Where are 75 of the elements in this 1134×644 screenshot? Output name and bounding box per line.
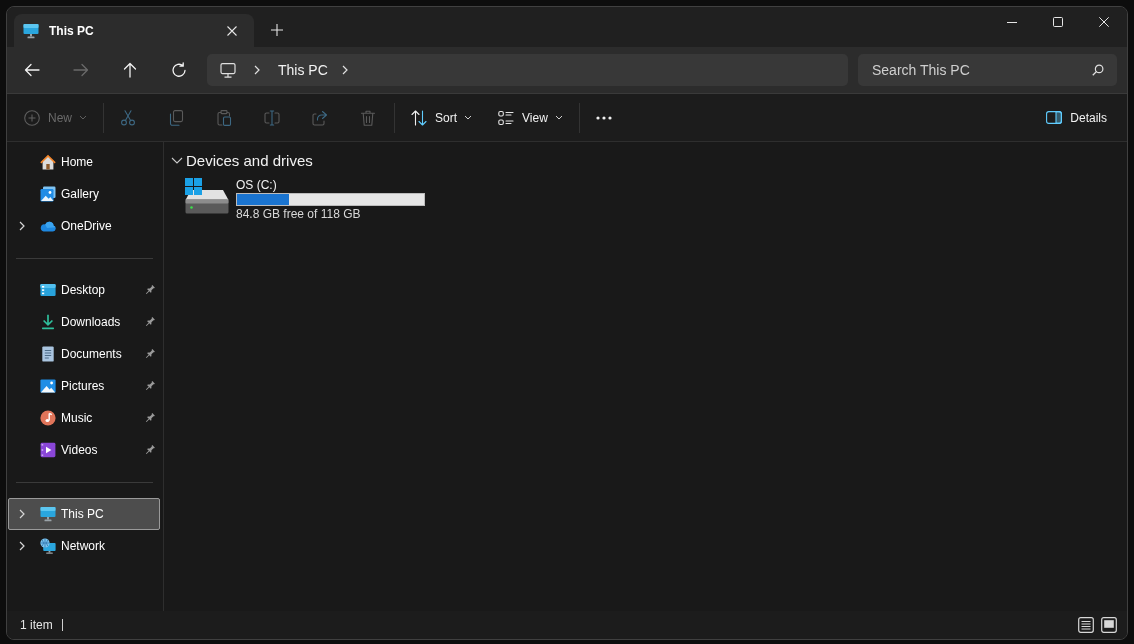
picture-icon — [40, 378, 56, 394]
address-bar[interactable]: This PC — [207, 54, 848, 86]
sidebar-item[interactable]: This PC — [8, 498, 160, 530]
section-header[interactable]: Devices and drives — [171, 149, 317, 171]
details-view-button[interactable] — [1075, 614, 1097, 636]
pin-icon[interactable] — [144, 444, 156, 456]
pin-icon[interactable] — [144, 284, 156, 296]
chevron-right-icon[interactable] — [19, 509, 25, 519]
right-arrow-icon — [73, 62, 89, 78]
plus-circle-icon — [24, 109, 40, 126]
refresh-icon — [171, 62, 187, 78]
sidebar-item[interactable]: Documents — [8, 338, 160, 370]
maximize-icon — [1053, 17, 1063, 27]
hard-drive-icon[interactable] — [185, 178, 229, 214]
up-arrow-icon — [122, 62, 138, 78]
drive-name[interactable]: OS (C:) — [236, 178, 277, 193]
close-icon — [1099, 17, 1109, 27]
search-field[interactable]: Search This PC — [858, 54, 1117, 86]
sidebar-item[interactable]: Music — [8, 402, 160, 434]
pin-icon[interactable] — [144, 348, 156, 360]
copy-icon — [168, 109, 184, 126]
item-count: 1 item — [20, 618, 53, 632]
music-note-icon — [40, 410, 56, 426]
rename-icon — [264, 109, 280, 126]
large-icons-view-button[interactable] — [1098, 614, 1120, 636]
close-icon — [227, 25, 237, 36]
network-icon — [40, 538, 56, 554]
share-icon — [312, 109, 328, 126]
chevron-right-icon — [254, 65, 260, 75]
sidebar-item[interactable]: Desktop — [8, 274, 160, 306]
sidebar-item[interactable]: Gallery — [8, 178, 160, 210]
pin-icon[interactable] — [144, 412, 156, 424]
monitor-icon — [40, 506, 56, 522]
sidebar-item[interactable]: OneDrive — [8, 210, 160, 242]
plus-icon — [271, 24, 283, 36]
free-space-text: 84.8 GB free of 118 GB — [236, 206, 361, 222]
list-view-icon — [498, 109, 515, 126]
sidebar-item[interactable]: Network — [8, 530, 160, 562]
details-pane-button[interactable]: Details — [1038, 101, 1117, 134]
tab[interactable]: This PC — [14, 14, 254, 47]
chevron-right-icon[interactable] — [19, 221, 25, 231]
chevron-right-icon — [341, 65, 348, 75]
sidebar-item[interactable]: Pictures — [8, 370, 160, 402]
sidebar-item[interactable]: Home — [8, 146, 160, 178]
sort-button[interactable]: Sort — [403, 101, 481, 134]
list-lines-icon — [1078, 617, 1094, 633]
more-icon — [595, 115, 612, 120]
details-pane-icon — [1046, 111, 1063, 124]
scissors-icon — [120, 109, 136, 126]
document-icon — [40, 346, 56, 362]
sidebar-item[interactable]: Downloads — [8, 306, 160, 338]
search-icon[interactable] — [1092, 64, 1104, 76]
minimize-icon — [1007, 21, 1017, 23]
view-button[interactable]: View — [490, 101, 571, 134]
video-icon — [40, 442, 56, 458]
house-icon — [40, 154, 56, 170]
caret-icon — [464, 115, 473, 120]
left-arrow-icon — [24, 62, 40, 78]
large-icons-icon — [1101, 617, 1117, 633]
picture-icon — [40, 186, 56, 202]
sort-arrows-icon — [411, 109, 427, 126]
desktop-icon — [40, 282, 56, 298]
breadcrumb[interactable]: This PC — [278, 62, 328, 78]
download-arrow-icon — [40, 314, 56, 330]
caret-icon — [79, 115, 87, 120]
pin-icon[interactable] — [144, 380, 156, 392]
monitor-icon — [220, 62, 236, 78]
monitor-icon — [23, 22, 39, 39]
trash-icon — [360, 109, 376, 126]
clipboard-icon — [216, 109, 232, 126]
pin-icon[interactable] — [144, 316, 156, 328]
caret-icon — [554, 115, 563, 120]
chevron-down-icon[interactable] — [171, 156, 183, 164]
chevron-right-icon[interactable] — [19, 541, 25, 551]
sidebar-item[interactable]: Videos — [8, 434, 160, 466]
